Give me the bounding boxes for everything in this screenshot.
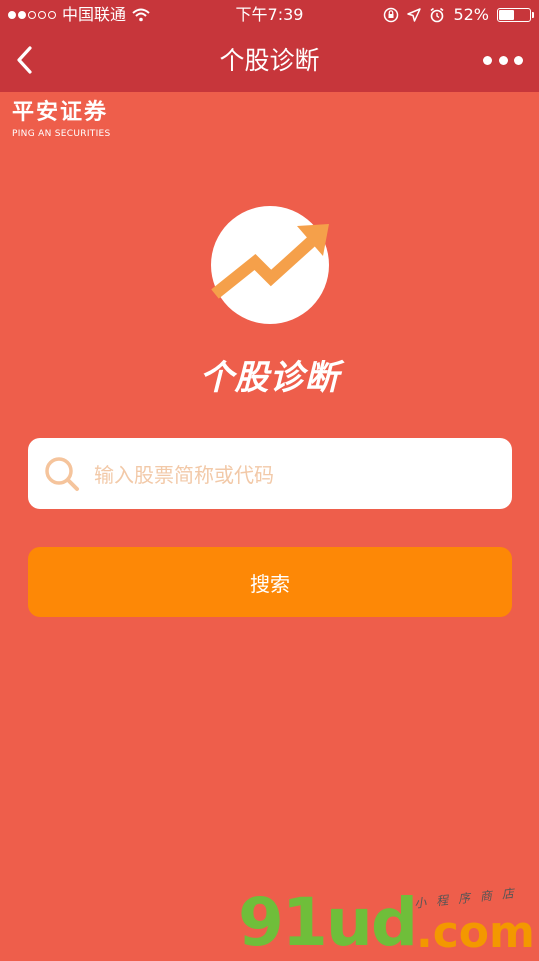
alarm-icon: [430, 7, 444, 23]
brand-logo: 平安证券 PING AN SECURITIES: [12, 100, 111, 140]
top-bar: 中国联通 下午7:39 52% 个股诊断: [0, 0, 539, 92]
battery-percent: 52%: [453, 5, 489, 24]
page-title: 个股诊断: [219, 46, 320, 75]
watermark: 91ud 小程序商店 .com: [238, 885, 538, 960]
watermark-domain: .com: [416, 907, 535, 958]
nav-bar: 个股诊断: [0, 30, 539, 92]
more-dots-icon: [483, 55, 492, 65]
brand-name-cn: 平安证券: [12, 100, 109, 125]
search-input[interactable]: [92, 438, 496, 511]
location-arrow-icon: [407, 8, 422, 22]
logo-title: 个股诊断: [199, 358, 340, 398]
search-button[interactable]: 搜索: [28, 547, 512, 617]
brand-name-en: PING AN SECURITIES: [12, 129, 111, 139]
trend-up-arrow-icon: [211, 224, 329, 299]
battery-fill: [499, 10, 514, 20]
watermark-logo: 91ud: [238, 884, 418, 961]
status-bar: 中国联通 下午7:39 52%: [0, 0, 539, 30]
rotation-lock-icon: [384, 7, 399, 23]
search-icon: [45, 457, 79, 491]
more-button[interactable]: [483, 48, 523, 72]
status-right: 52%: [383, 0, 534, 30]
search-box[interactable]: [28, 438, 512, 511]
battery-icon: [497, 8, 534, 22]
